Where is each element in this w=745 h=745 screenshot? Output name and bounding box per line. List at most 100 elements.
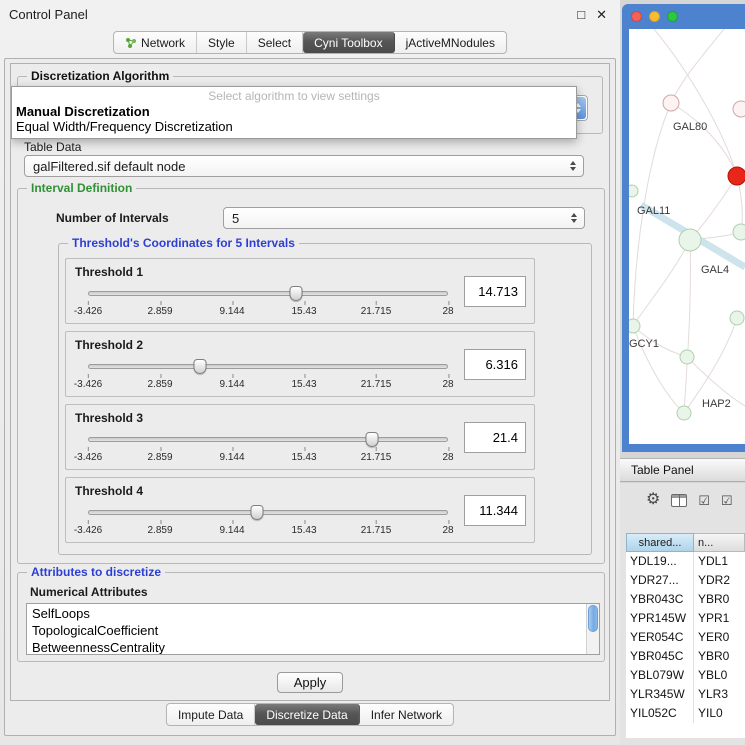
table-row[interactable]: YDL19...YDL1 bbox=[626, 552, 745, 571]
slider-thumb[interactable] bbox=[366, 432, 379, 447]
table-body: YDL19...YDL1YDR27...YDR2YBR043CYBR0YPR14… bbox=[626, 552, 745, 723]
numerical-attributes-label: Numerical Attributes bbox=[30, 585, 148, 599]
tab-label: Impute Data bbox=[178, 708, 243, 722]
scale-label: 15.43 bbox=[291, 306, 316, 317]
bottom-tab-infer-network[interactable]: Infer Network bbox=[360, 704, 453, 725]
slider-track[interactable] bbox=[88, 510, 448, 515]
network-node[interactable] bbox=[679, 229, 701, 251]
list-item[interactable]: TopologicalCoefficient bbox=[27, 622, 586, 639]
table-row[interactable]: YBR045CYBR0 bbox=[626, 647, 745, 666]
apply-button[interactable]: Apply bbox=[277, 672, 343, 693]
tab-network[interactable]: Network bbox=[114, 32, 197, 53]
table-row[interactable]: YER054CYER0 bbox=[626, 628, 745, 647]
table-cell: YBR0 bbox=[694, 590, 745, 609]
table-row[interactable]: YBR043CYBR0 bbox=[626, 590, 745, 609]
table-row[interactable]: YPR145WYPR1 bbox=[626, 609, 745, 628]
table-cell: YBR045C bbox=[626, 647, 694, 666]
thresholds-legend: Threshold's Coordinates for 5 Intervals bbox=[68, 236, 299, 250]
list-scrollbar[interactable] bbox=[586, 604, 599, 654]
slider-thumb[interactable] bbox=[193, 359, 206, 374]
discretization-algorithm-legend: Discretization Algorithm bbox=[27, 69, 173, 83]
combobox-value: galFiltered.sif default node bbox=[33, 159, 564, 174]
dropdown-option-equal-width-frequency-discretization[interactable]: Equal Width/Frequency Discretization bbox=[12, 119, 576, 134]
gear-icon[interactable]: ⚙ bbox=[646, 492, 660, 508]
tab-select[interactable]: Select bbox=[247, 32, 303, 53]
zoom-traffic-light-icon[interactable] bbox=[667, 11, 678, 22]
threshold-slider[interactable] bbox=[88, 505, 448, 521]
threshold-value-field[interactable]: 11.344 bbox=[464, 495, 526, 526]
bottom-tab-discretize-data[interactable]: Discretize Data bbox=[255, 704, 359, 725]
scale-label: -3.426 bbox=[74, 452, 102, 463]
deselect-checkbox-icon[interactable]: ☑ bbox=[721, 494, 733, 507]
network-node[interactable] bbox=[730, 311, 744, 325]
dropdown-placeholder: Select algorithm to view settings bbox=[12, 87, 576, 104]
threshold-value-field[interactable]: 14.713 bbox=[464, 276, 526, 307]
float-window-icon[interactable]: □ bbox=[577, 8, 585, 21]
dropdown-option-manual-discretization[interactable]: Manual Discretization bbox=[12, 104, 576, 119]
table-panel-title: Table Panel bbox=[631, 463, 694, 477]
network-node[interactable] bbox=[733, 224, 745, 240]
threshold-slider[interactable] bbox=[88, 359, 448, 375]
column-header-shared-name[interactable]: shared... bbox=[626, 533, 694, 552]
table-cell: YDR27... bbox=[626, 571, 694, 590]
settings-panel: Discretization Algorithm Select algorith… bbox=[10, 63, 610, 701]
table-row[interactable]: YDR27...YDR2 bbox=[626, 571, 745, 590]
tab-label: Cyni Toolbox bbox=[314, 36, 382, 50]
minimize-traffic-light-icon[interactable] bbox=[649, 11, 660, 22]
window-title: Control Panel bbox=[9, 7, 88, 22]
table-row[interactable]: YIL052CYIL0 bbox=[626, 704, 745, 723]
threshold-value-field[interactable]: 6.316 bbox=[464, 349, 526, 380]
slider-track[interactable] bbox=[88, 364, 448, 369]
network-node[interactable] bbox=[680, 350, 694, 364]
interval-definition-group: Interval Definition Number of Intervals … bbox=[17, 188, 605, 564]
bottom-tab-impute-data[interactable]: Impute Data bbox=[167, 704, 255, 725]
scale-label: -3.426 bbox=[74, 306, 102, 317]
list-item[interactable]: BetweennessCentrality bbox=[27, 639, 586, 655]
table-cell: YER0 bbox=[694, 628, 745, 647]
screenshot-root: Control Panel □ ✕ Network Style Select Cyni… bbox=[0, 0, 745, 745]
network-node[interactable] bbox=[629, 319, 640, 333]
tab-jactivemnodules[interactable]: jActiveMNodules bbox=[395, 32, 506, 53]
threshold-value-field[interactable]: 21.4 bbox=[464, 422, 526, 453]
network-node[interactable] bbox=[629, 185, 638, 197]
table-panel-header: Table Panel bbox=[620, 458, 745, 482]
table-cell: YPR1 bbox=[694, 609, 745, 628]
updown-arrows-icon bbox=[571, 213, 577, 223]
window-buttons: □ ✕ bbox=[577, 8, 607, 21]
network-node[interactable] bbox=[733, 101, 745, 117]
table-data-combobox[interactable]: galFiltered.sif default node bbox=[24, 155, 584, 177]
number-of-intervals-combobox[interactable]: 5 bbox=[223, 207, 585, 229]
tab-label: Style bbox=[208, 36, 235, 50]
settings-frame: Discretization Algorithm Select algorith… bbox=[4, 58, 616, 736]
scrollbar-thumb[interactable] bbox=[588, 605, 598, 632]
slider-thumb[interactable] bbox=[251, 505, 264, 520]
threshold-panel: Threshold 3 -3.4262.8599.14415.4321.7152… bbox=[65, 404, 535, 470]
numerical-attributes-list[interactable]: SelfLoopsTopologicalCoefficientBetweenne… bbox=[26, 603, 600, 655]
list-item[interactable]: SelfLoops bbox=[27, 605, 586, 622]
threshold-slider[interactable] bbox=[88, 432, 448, 448]
close-traffic-light-icon[interactable] bbox=[631, 11, 642, 22]
scale-label: 21.715 bbox=[361, 525, 392, 536]
tab-label: jActiveMNodules bbox=[406, 36, 495, 50]
column-header-name[interactable]: n... bbox=[694, 533, 745, 552]
table-row[interactable]: YBL079WYBL0 bbox=[626, 666, 745, 685]
network-node[interactable] bbox=[663, 95, 679, 111]
table-cell: YDL1 bbox=[694, 552, 745, 571]
threshold-slider[interactable] bbox=[88, 286, 448, 302]
slider-thumb[interactable] bbox=[289, 286, 302, 301]
table-row[interactable]: YLR345WYLR3 bbox=[626, 685, 745, 704]
network-node[interactable] bbox=[677, 406, 691, 420]
network-canvas[interactable]: GAL80 GAL11 GAL4 GCY1 HAP2 bbox=[629, 29, 745, 444]
columns-icon[interactable] bbox=[671, 494, 687, 507]
threshold-label: Threshold 4 bbox=[75, 484, 143, 498]
table-cell: YER054C bbox=[626, 628, 694, 647]
tab-style[interactable]: Style bbox=[197, 32, 247, 53]
slider-track[interactable] bbox=[88, 437, 448, 442]
threshold-panel: Threshold 4 -3.4262.8599.14415.4321.7152… bbox=[65, 477, 535, 543]
tab-cyni-toolbox[interactable]: Cyni Toolbox bbox=[303, 32, 394, 53]
select-all-checkbox-icon[interactable]: ☑ bbox=[698, 494, 710, 507]
close-window-icon[interactable]: ✕ bbox=[596, 8, 607, 21]
network-node-labels: GAL80 GAL11 GAL4 GCY1 HAP2 bbox=[629, 121, 731, 410]
selected-network-node[interactable] bbox=[728, 167, 745, 185]
slider-track[interactable] bbox=[88, 291, 448, 296]
